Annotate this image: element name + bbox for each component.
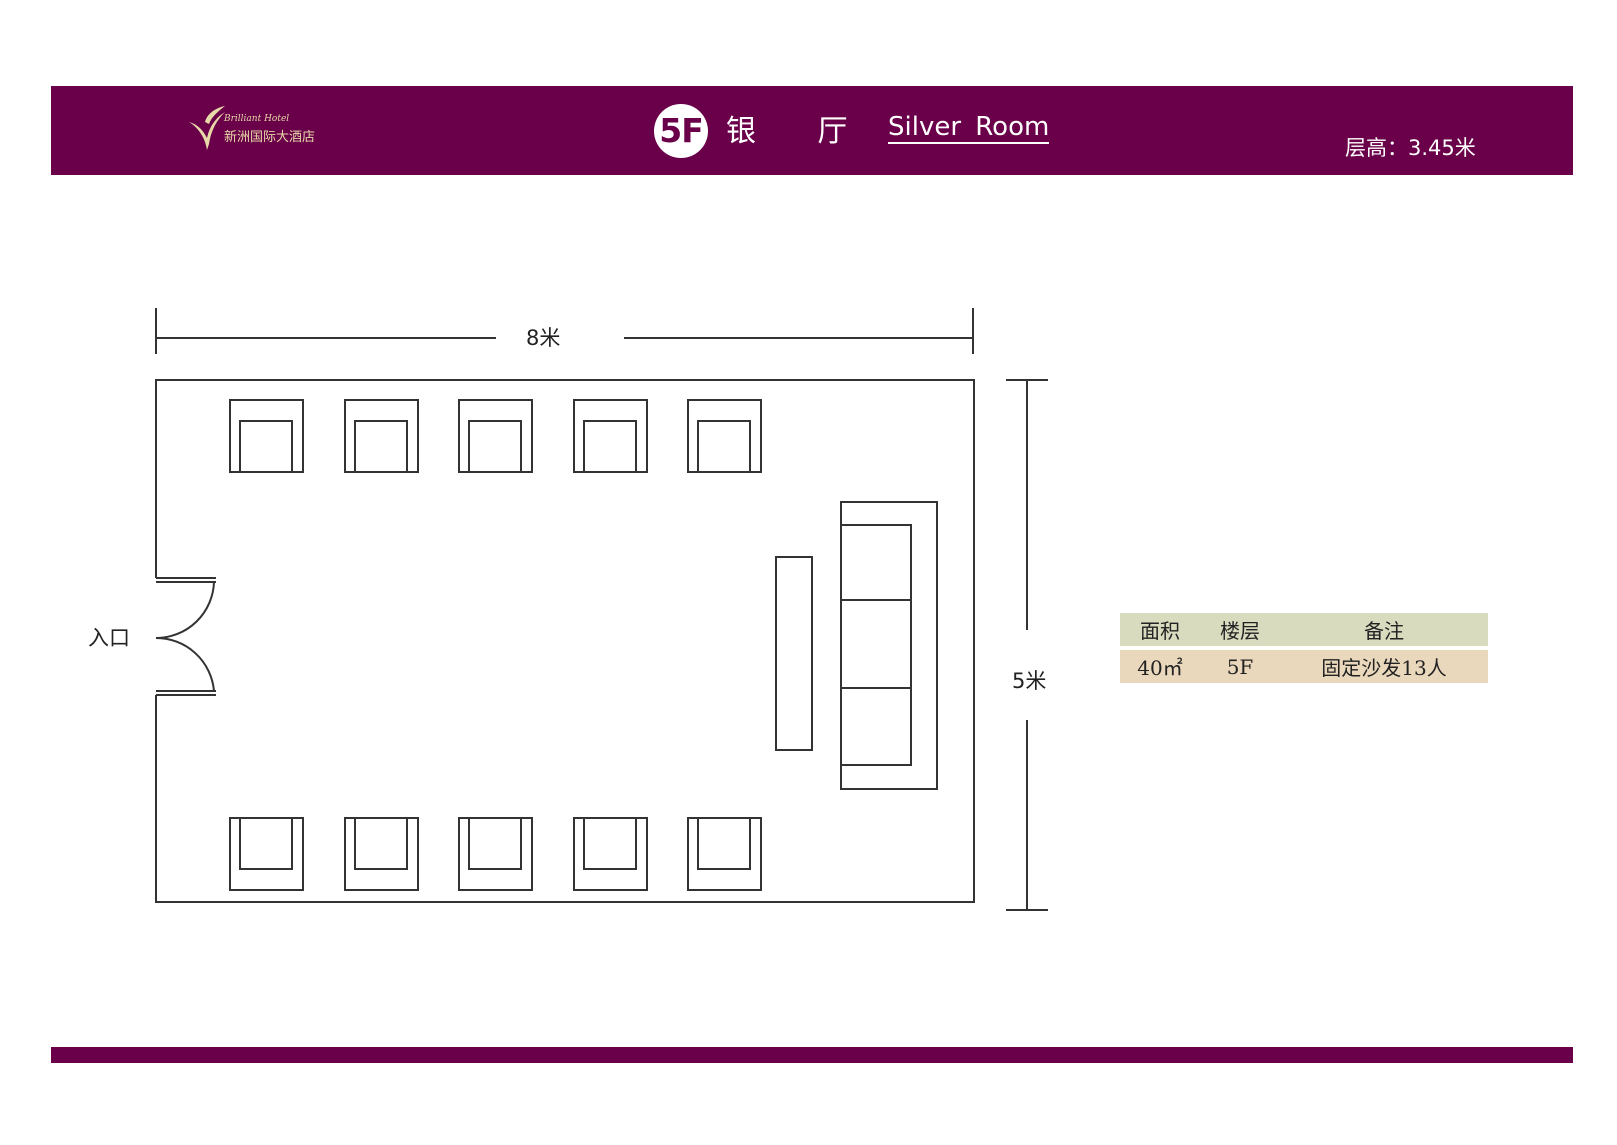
width-dimension-line [155,308,974,354]
coffee-table [775,556,813,751]
chair [687,399,762,473]
floor-plan [155,308,1048,911]
chair [229,817,304,891]
table-row: 40㎡ 5F 固定沙发13人 [1120,650,1488,683]
chair [458,399,533,473]
entrance-label: 入口 [88,626,130,650]
header-remarks: 备注 [1364,619,1404,643]
cell-remarks: 固定沙发13人 [1321,656,1447,680]
chair-row-top [229,399,762,473]
chair-row-bottom [229,817,762,891]
cell-floor: 5F [1226,654,1254,679]
entrance-door [155,577,216,696]
chair [573,399,648,473]
room-walls [155,379,975,903]
width-label: 8米 [526,326,561,350]
chair [573,817,648,891]
chair [344,817,419,891]
room-info-table: 面积 楼层 备注 40㎡ 5F 固定沙发13人 [1120,613,1488,683]
cell-area: 40㎡ [1137,656,1183,680]
chair [687,817,762,891]
chair [458,817,533,891]
footer-bar [51,1047,1573,1063]
chair [229,399,304,473]
table-header-row: 面积 楼层 备注 [1120,613,1488,646]
header-area: 面积 [1140,619,1180,643]
height-dimension-line [1006,379,1048,911]
sofa [840,501,938,790]
height-label: 5米 [1012,669,1047,693]
chair [344,399,419,473]
header-floor: 楼层 [1220,619,1260,643]
